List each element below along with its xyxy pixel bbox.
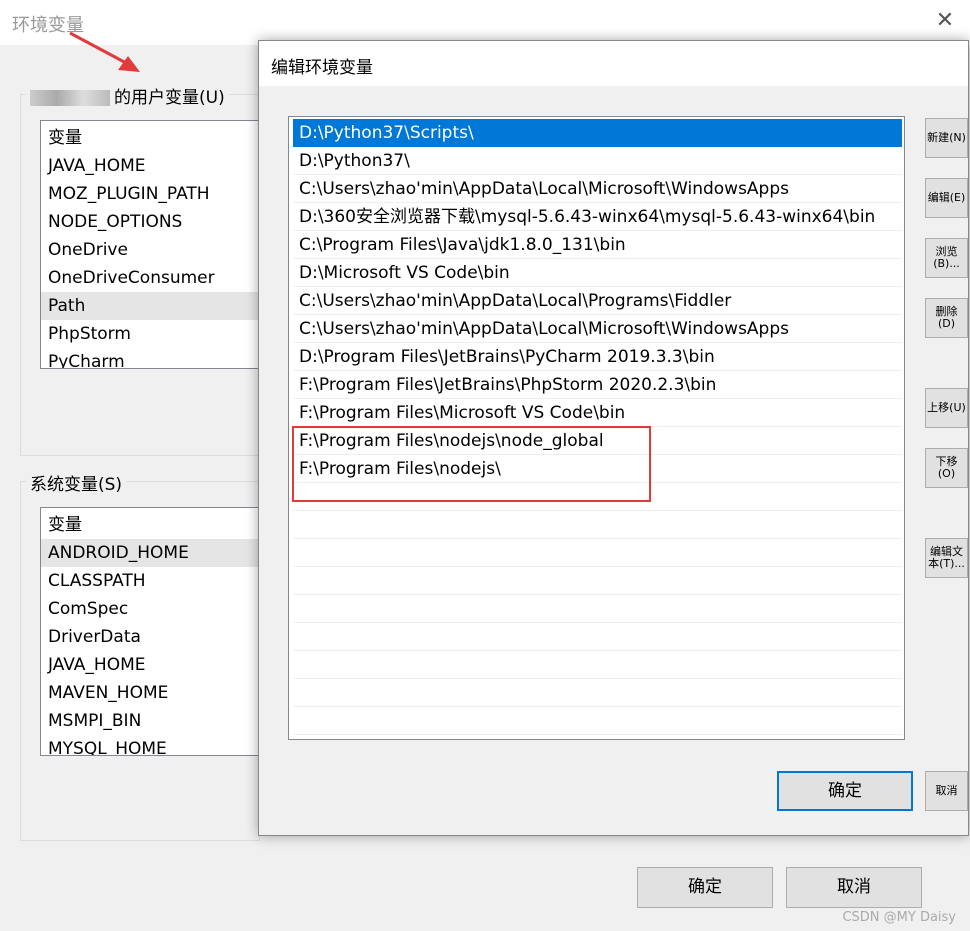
- user-variables-label: 的用户变量(U): [26, 83, 229, 108]
- list-item[interactable]: ANDROID_HOME: [41, 539, 259, 567]
- list-item[interactable]: PyCharm: [41, 348, 259, 368]
- main-cancel-button[interactable]: 取消: [786, 867, 922, 908]
- list-item[interactable]: JAVA_HOME: [41, 152, 259, 180]
- list-header[interactable]: 变量: [41, 511, 259, 539]
- side-button-0[interactable]: 新建(N): [925, 118, 968, 158]
- list-item[interactable]: NODE_OPTIONS: [41, 208, 259, 236]
- list-item[interactable]: JAVA_HOME: [41, 651, 259, 679]
- user-variables-list[interactable]: 变量 JAVA_HOME MOZ_PLUGIN_PATH NODE_OPTIONS On…: [40, 120, 260, 369]
- edit-ok-button[interactable]: 确定: [777, 771, 913, 811]
- list-item[interactable]: MSMPI_BIN: [41, 707, 259, 735]
- side-button-3[interactable]: 删除(D): [925, 298, 968, 338]
- blurred-username: [30, 90, 110, 106]
- path-row[interactable]: F:\Program Files\Microsoft VS Code\bin: [293, 399, 902, 427]
- list-item[interactable]: MAVEN_HOME: [41, 679, 259, 707]
- path-row[interactable]: D:\Python37\Scripts\: [293, 119, 902, 147]
- system-variables-list[interactable]: 变量 ANDROID_HOME CLASSPATH ComSpec DriverData…: [40, 507, 260, 756]
- path-row[interactable]: [293, 623, 902, 651]
- list-header[interactable]: 变量: [41, 124, 259, 152]
- highlight-box-annotation: [292, 426, 651, 502]
- path-row[interactable]: D:\Python37\: [293, 147, 902, 175]
- list-item[interactable]: ComSpec: [41, 595, 259, 623]
- side-button-6[interactable]: 编辑文本(T)...: [925, 538, 968, 578]
- path-row[interactable]: [293, 595, 902, 623]
- side-button-4[interactable]: 上移(U): [925, 388, 968, 428]
- path-row[interactable]: C:\Users\zhao'min\AppData\Local\Programs…: [293, 287, 902, 315]
- user-group-label-text: 的用户变量(U): [114, 88, 225, 108]
- list-item[interactable]: PhpStorm: [41, 320, 259, 348]
- list-item[interactable]: Path: [41, 292, 259, 320]
- path-row[interactable]: [293, 707, 902, 735]
- edit-dialog-title: 编辑环境变量: [271, 58, 373, 78]
- path-row[interactable]: C:\Users\zhao'min\AppData\Local\Microsof…: [293, 315, 902, 343]
- close-icon[interactable]: ✕: [932, 8, 958, 33]
- side-button-5[interactable]: 下移(O): [925, 448, 968, 488]
- side-button-1[interactable]: 编辑(E): [925, 178, 968, 218]
- path-row[interactable]: D:\Microsoft VS Code\bin: [293, 259, 902, 287]
- list-item[interactable]: OneDrive: [41, 236, 259, 264]
- list-item[interactable]: OneDriveConsumer: [41, 264, 259, 292]
- path-row[interactable]: [293, 651, 902, 679]
- list-item[interactable]: CLASSPATH: [41, 567, 259, 595]
- side-button-2[interactable]: 浏览(B)...: [925, 238, 968, 278]
- watermark: CSDN @MY Daisy: [842, 910, 956, 925]
- list-item[interactable]: MYSQL_HOME: [41, 735, 259, 755]
- path-row[interactable]: [293, 539, 902, 567]
- path-row[interactable]: C:\Users\zhao'min\AppData\Local\Microsof…: [293, 175, 902, 203]
- path-row[interactable]: D:\360安全浏览器下载\mysql-5.6.43-winx64\mysql-…: [293, 203, 902, 231]
- list-item[interactable]: MOZ_PLUGIN_PATH: [41, 180, 259, 208]
- path-row[interactable]: F:\Program Files\JetBrains\PhpStorm 2020…: [293, 371, 902, 399]
- path-row[interactable]: [293, 679, 902, 707]
- system-variables-label: 系统变量(S): [26, 470, 127, 495]
- red-arrow-annotation: [69, 31, 140, 72]
- path-row[interactable]: D:\Program Files\JetBrains\PyCharm 2019.…: [293, 343, 902, 371]
- path-row[interactable]: [293, 511, 902, 539]
- path-row[interactable]: [293, 567, 902, 595]
- edit-cancel-button[interactable]: 取消: [925, 771, 968, 811]
- path-row[interactable]: C:\Program Files\Java\jdk1.8.0_131\bin: [293, 231, 902, 259]
- main-ok-button[interactable]: 确定: [637, 867, 773, 908]
- list-item[interactable]: DriverData: [41, 623, 259, 651]
